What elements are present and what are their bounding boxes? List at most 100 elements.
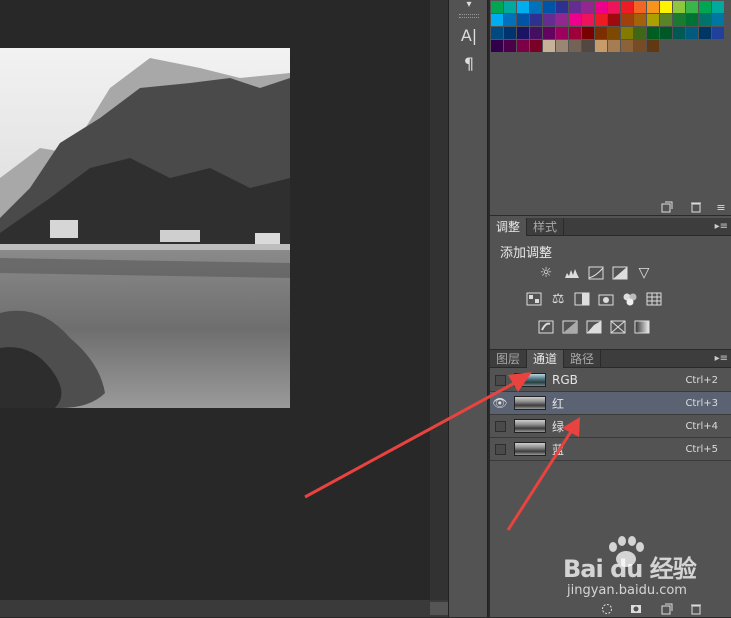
color-swatch[interactable] [660, 27, 672, 39]
vibrance-icon[interactable]: ▽ [635, 264, 653, 282]
color-swatch[interactable] [517, 27, 529, 39]
threshold-icon[interactable] [585, 318, 603, 336]
visibility-toggle[interactable] [490, 438, 510, 461]
color-swatch[interactable] [491, 27, 503, 39]
trash-icon[interactable] [689, 200, 703, 214]
color-lookup-icon[interactable] [645, 290, 663, 308]
tab-adjustments[interactable]: 调整 [490, 218, 528, 236]
color-swatch[interactable] [699, 14, 711, 26]
color-swatch[interactable] [543, 40, 555, 52]
adjustments-menu-icon[interactable]: ▸≡ [712, 221, 728, 233]
color-swatch[interactable] [530, 1, 542, 13]
color-swatch[interactable] [530, 14, 542, 26]
color-swatch[interactable] [647, 40, 659, 52]
color-swatch[interactable] [673, 14, 685, 26]
color-swatch[interactable] [608, 14, 620, 26]
color-swatch[interactable] [673, 27, 685, 39]
panel-menu-icon[interactable]: ≡ [714, 200, 728, 214]
color-swatch[interactable] [634, 40, 646, 52]
grip-handle[interactable] [459, 14, 479, 18]
color-swatch[interactable] [491, 1, 503, 13]
color-swatch[interactable] [517, 14, 529, 26]
color-swatch[interactable] [608, 40, 620, 52]
hue-saturation-icon[interactable] [525, 290, 543, 308]
color-swatch[interactable] [582, 14, 594, 26]
color-swatch[interactable] [582, 27, 594, 39]
color-swatch[interactable] [569, 1, 581, 13]
levels-icon[interactable] [563, 264, 581, 282]
color-swatch[interactable] [504, 1, 516, 13]
visibility-toggle[interactable]: 👁 [490, 392, 510, 415]
color-swatch[interactable] [556, 14, 568, 26]
trash-icon[interactable] [689, 602, 703, 616]
color-swatch[interactable] [530, 27, 542, 39]
load-selection-icon[interactable] [600, 602, 614, 616]
color-swatch[interactable] [699, 27, 711, 39]
color-swatch[interactable] [686, 27, 698, 39]
horizontal-scrollbar[interactable] [0, 600, 448, 617]
save-selection-icon[interactable] [629, 602, 643, 616]
color-swatch[interactable] [621, 40, 633, 52]
color-balance-icon[interactable]: ⚖ [549, 290, 567, 308]
photo-filter-icon[interactable] [597, 290, 615, 308]
visibility-toggle[interactable] [490, 369, 510, 392]
color-swatch[interactable] [569, 40, 581, 52]
channels-menu-icon[interactable]: ▸≡ [712, 353, 728, 365]
color-swatch[interactable] [517, 1, 529, 13]
color-swatch[interactable] [582, 40, 594, 52]
color-swatch[interactable] [556, 40, 568, 52]
channel-mixer-icon[interactable] [621, 290, 639, 308]
color-swatch[interactable] [569, 27, 581, 39]
new-channel-icon[interactable] [660, 602, 674, 616]
color-swatch[interactable] [673, 1, 685, 13]
collapse-arrow-icon[interactable]: ▾ [449, 0, 489, 10]
selective-color-icon[interactable] [609, 318, 627, 336]
channel-row-rgb[interactable]: RGB Ctrl+2 [490, 369, 731, 392]
channel-row-green[interactable]: 绿 Ctrl+4 [490, 415, 731, 438]
color-swatch[interactable] [608, 1, 620, 13]
exposure-icon[interactable] [611, 264, 629, 282]
tab-channels[interactable]: 通道 [527, 350, 565, 368]
color-swatch[interactable] [699, 1, 711, 13]
color-swatch[interactable] [660, 14, 672, 26]
new-swatch-icon[interactable] [660, 200, 674, 214]
color-swatch[interactable] [517, 40, 529, 52]
tab-styles[interactable]: 样式 [527, 218, 565, 236]
color-swatch[interactable] [582, 1, 594, 13]
tab-layers[interactable]: 图层 [490, 350, 528, 368]
color-swatch[interactable] [712, 1, 724, 13]
color-swatch[interactable] [504, 27, 516, 39]
invert-icon[interactable] [537, 318, 555, 336]
color-swatch[interactable] [595, 40, 607, 52]
color-swatch[interactable] [543, 14, 555, 26]
color-swatch[interactable] [634, 1, 646, 13]
channel-row-blue[interactable]: 蓝 Ctrl+5 [490, 438, 731, 461]
color-swatch[interactable] [556, 1, 568, 13]
color-swatch[interactable] [634, 14, 646, 26]
posterize-icon[interactable] [561, 318, 579, 336]
color-swatch[interactable] [712, 27, 724, 39]
color-swatch[interactable] [595, 14, 607, 26]
visibility-toggle[interactable] [490, 415, 510, 438]
document-canvas[interactable] [0, 0, 430, 600]
color-swatch[interactable] [543, 1, 555, 13]
color-swatch[interactable] [556, 27, 568, 39]
color-swatch[interactable] [647, 27, 659, 39]
color-swatch[interactable] [608, 27, 620, 39]
color-swatch[interactable] [504, 40, 516, 52]
color-swatch[interactable] [634, 27, 646, 39]
color-swatch[interactable] [491, 14, 503, 26]
channel-row-red[interactable]: 👁 红 Ctrl+3 [490, 392, 731, 415]
curves-icon[interactable] [587, 264, 605, 282]
color-swatch[interactable] [621, 1, 633, 13]
color-swatch[interactable] [530, 40, 542, 52]
color-swatch[interactable] [595, 27, 607, 39]
paragraph-panel-icon[interactable]: ¶ [449, 50, 489, 76]
color-swatch[interactable] [595, 1, 607, 13]
color-swatch[interactable] [712, 14, 724, 26]
color-swatch[interactable] [504, 14, 516, 26]
color-swatch[interactable] [621, 14, 633, 26]
color-swatch[interactable] [660, 1, 672, 13]
tab-paths[interactable]: 路径 [564, 350, 602, 368]
gradient-map-icon[interactable] [633, 318, 651, 336]
